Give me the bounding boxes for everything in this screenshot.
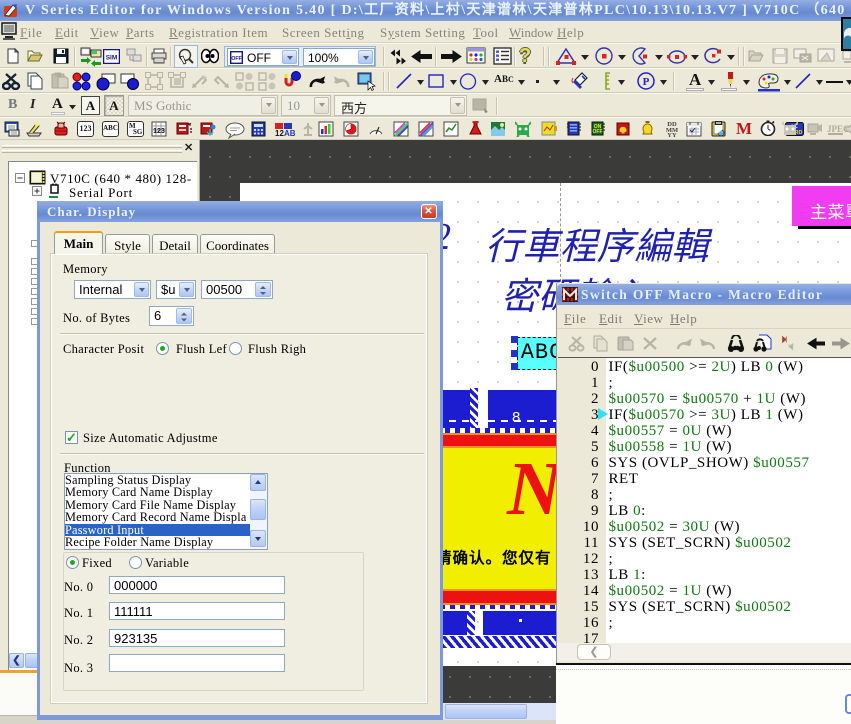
svg-text:OFF: OFF <box>231 56 241 62</box>
svg-text:P: P <box>643 76 650 88</box>
svg-text:123: 123 <box>153 128 165 135</box>
svg-text:OFF: OFF <box>593 129 603 135</box>
svg-text:SIM: SIM <box>106 55 118 62</box>
svg-text:AB: AB <box>284 129 296 138</box>
